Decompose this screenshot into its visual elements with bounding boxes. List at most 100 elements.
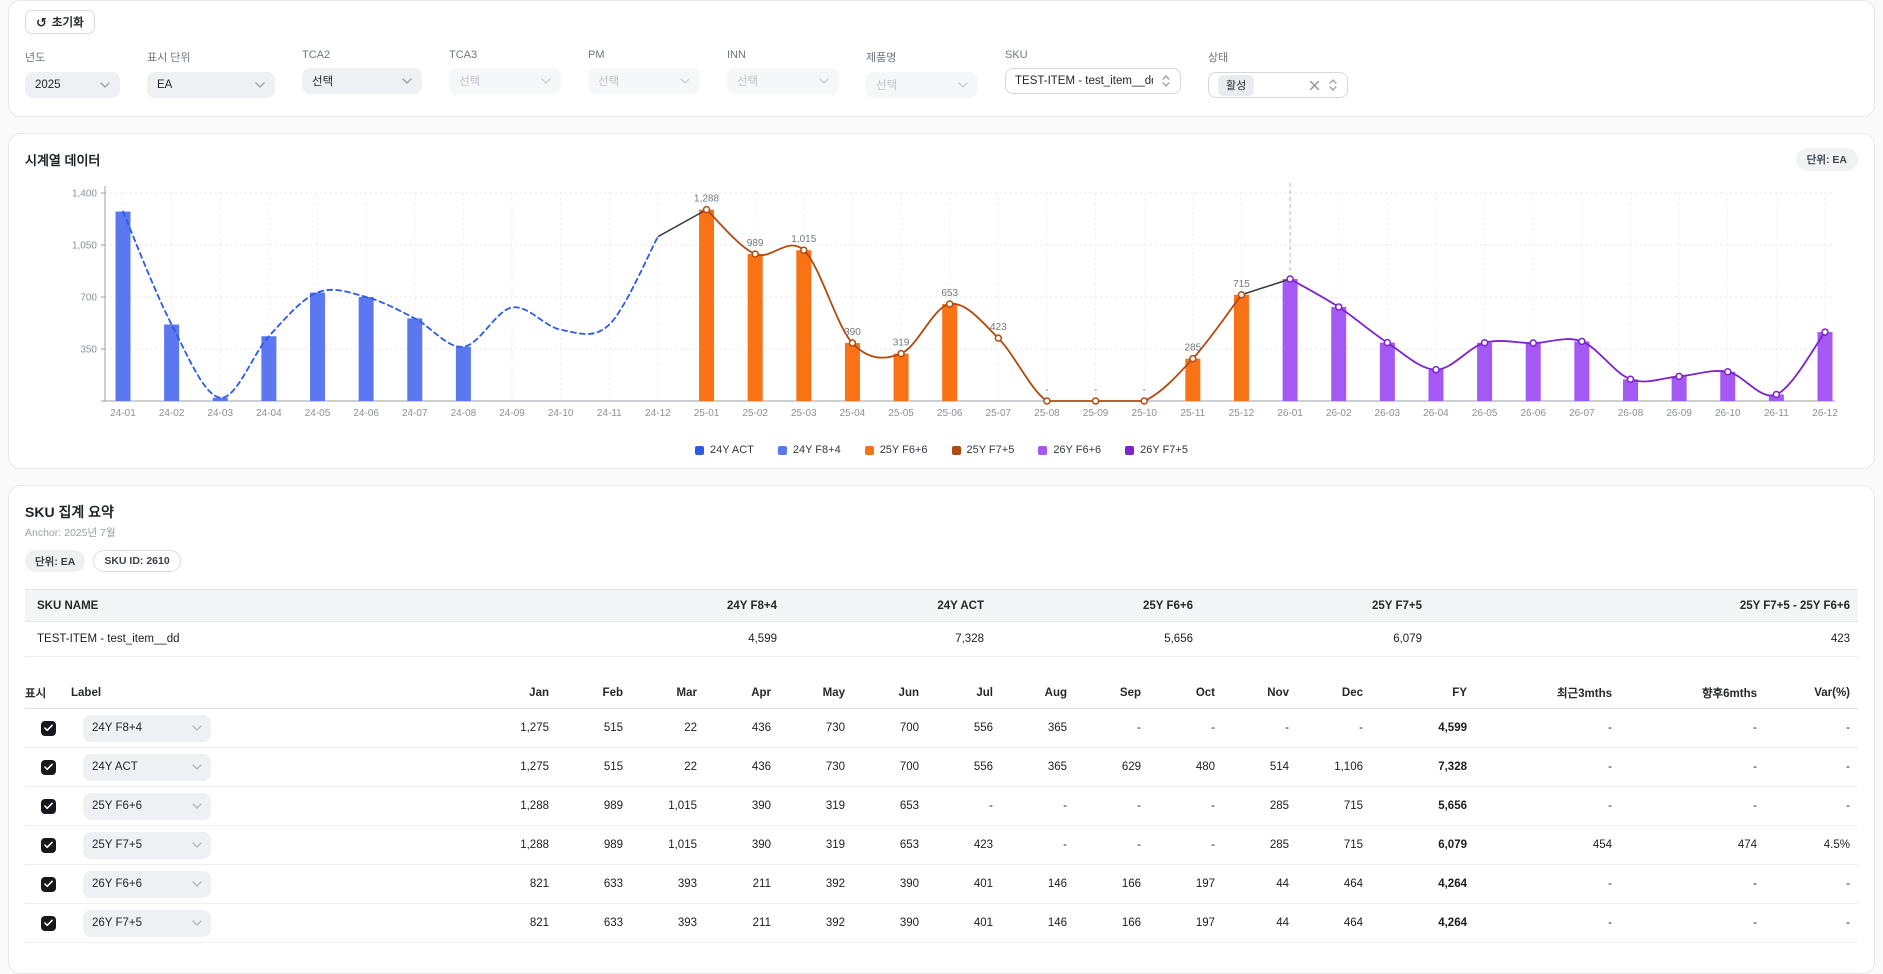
selected-value: EA	[157, 79, 172, 91]
month-value-cell: 821	[483, 917, 557, 929]
recent3mths-cell: -	[1475, 800, 1620, 812]
row-checkbox[interactable]	[41, 799, 56, 814]
month-value-cell: 197	[1149, 878, 1223, 890]
row-label-select[interactable]: 24Y F8+4	[83, 715, 211, 742]
month-value-cell: 393	[631, 878, 705, 890]
row-label-select[interactable]: 24Y ACT	[83, 754, 211, 781]
check-icon	[44, 919, 53, 927]
month-value-cell: 436	[705, 761, 779, 773]
row-label-select[interactable]: 25Y F7+5	[83, 832, 211, 859]
up-down-chevrons-icon	[1161, 74, 1171, 88]
row-checkbox[interactable]	[41, 916, 56, 931]
row-checkbox[interactable]	[41, 721, 56, 736]
detail-header-tail: FY	[1371, 687, 1475, 699]
month-value-cell: 393	[631, 917, 705, 929]
summary-badges: 단위: EA SKU ID: 2610	[25, 550, 1858, 572]
year-select[interactable]: 2025	[25, 72, 120, 98]
inn-select[interactable]: 선택	[727, 68, 839, 94]
recent3mths-cell: -	[1475, 722, 1620, 734]
month-value-cell: 390	[853, 878, 927, 890]
legend-item-26y-f7+5[interactable]: 26Y F7+5	[1125, 444, 1188, 456]
status-select[interactable]: 활성	[1208, 72, 1348, 98]
recent3mths-cell: -	[1475, 878, 1620, 890]
filter-field-tca2: TCA2선택	[302, 49, 422, 94]
svg-text:26-10: 26-10	[1715, 408, 1741, 419]
fy-cell: 5,656	[1371, 800, 1475, 812]
filter-field-status: 상태활성	[1208, 49, 1348, 98]
svg-text:24-01: 24-01	[110, 408, 136, 419]
sku-table-header: SKU NAME24Y F8+424Y ACT25Y F6+625Y F7+52…	[25, 589, 1858, 622]
month-value-cell: 392	[779, 917, 853, 929]
month-value-cell: 319	[779, 839, 853, 851]
sku-name-cell: TEST-ITEM - test_item__dd	[25, 633, 575, 645]
filter-field-year: 년도2025	[25, 49, 120, 98]
month-value-cell: 1,288	[483, 839, 557, 851]
show-cell	[25, 877, 71, 892]
filter-field-pm: PM선택	[588, 49, 700, 94]
svg-text:26-03: 26-03	[1375, 408, 1401, 419]
tca3-select[interactable]: 선택	[449, 68, 561, 94]
month-value-cell: 653	[853, 800, 927, 812]
fy-cell: 7,328	[1371, 761, 1475, 773]
detail-header-month: Mar	[631, 687, 705, 699]
month-value-cell: -	[1001, 839, 1075, 851]
detail-header-tail: 향후6mths	[1620, 685, 1765, 701]
svg-text:1,400: 1,400	[72, 189, 97, 200]
row-label-select[interactable]: 25Y F6+6	[83, 793, 211, 820]
month-value-cell: 401	[927, 917, 1001, 929]
legend-item-25y-f7+5[interactable]: 25Y F7+5	[952, 444, 1015, 456]
legend-item-24y-act[interactable]: 24Y ACT	[695, 444, 754, 456]
month-value-cell: 653	[853, 839, 927, 851]
month-value-cell: 715	[1297, 800, 1371, 812]
tca2-select[interactable]: 선택	[302, 68, 422, 94]
row-checkbox[interactable]	[41, 760, 56, 775]
filter-field-tca3: TCA3 선택	[449, 49, 561, 94]
month-value-cell: 166	[1075, 917, 1149, 929]
line-26y-f7+5	[1287, 276, 1828, 397]
var-cell: -	[1765, 917, 1858, 929]
sku-value-cell: 6,079	[1201, 633, 1430, 645]
row-label-select[interactable]: 26Y F7+5	[83, 910, 211, 937]
month-value-cell: 436	[705, 722, 779, 734]
summary-anchor-text: Anchor: 2025년 7월	[25, 525, 1858, 540]
month-value-cell: 633	[557, 917, 631, 929]
next6mths-cell: -	[1620, 878, 1765, 890]
clear-icon[interactable]	[1309, 80, 1320, 91]
label-cell: 24Y ACT	[71, 754, 321, 781]
detail-header-month: Sep	[1075, 687, 1149, 699]
label-cell: 25Y F7+5	[71, 832, 321, 859]
row-label: 26Y F7+5	[92, 917, 142, 929]
legend-label: 25Y F6+6	[880, 444, 928, 456]
svg-text:25-08: 25-08	[1034, 408, 1060, 419]
legend-item-25y-f6+6[interactable]: 25Y F6+6	[865, 444, 928, 456]
row-checkbox[interactable]	[41, 838, 56, 853]
svg-text:25-07: 25-07	[986, 408, 1012, 419]
sku-select[interactable]: TEST-ITEM - test_item__dd	[1005, 68, 1181, 94]
month-value-cell: 22	[631, 761, 705, 773]
up-down-chevrons-icon	[1328, 78, 1338, 92]
row-checkbox[interactable]	[41, 877, 56, 892]
filter-field-product-name: 제품명선택	[866, 49, 978, 98]
chevron-down-icon	[192, 842, 202, 848]
row-label: 24Y F8+4	[92, 722, 142, 734]
selected-value: TEST-ITEM - test_item__dd	[1015, 75, 1153, 87]
unit-select[interactable]: EA	[147, 72, 275, 98]
legend-item-24y-f8+4[interactable]: 24Y F8+4	[778, 444, 841, 456]
legend-item-26y-f6+6[interactable]: 26Y F6+6	[1038, 444, 1101, 456]
chevron-down-icon	[819, 78, 829, 84]
svg-text:25-02: 25-02	[742, 408, 768, 419]
svg-text:24-12: 24-12	[645, 408, 671, 419]
detail-header-month: Jan	[483, 687, 557, 699]
filter-card: ↺ 초기화 년도2025표시 단위EATCA2선택TCA3선택PM선택INN선택…	[8, 0, 1875, 117]
sku-value-cell: 5,656	[992, 633, 1201, 645]
selected-value: 선택	[737, 73, 758, 89]
filter-label-tca3: TCA3	[449, 49, 561, 61]
sku-table: SKU NAME24Y F8+424Y ACT25Y F6+625Y F7+52…	[25, 589, 1858, 657]
table-row: 25Y F6+61,2889891,015390319653----285715…	[25, 787, 1858, 826]
row-label-select[interactable]: 26Y F6+6	[83, 871, 211, 898]
sku-value-cell: 7,328	[785, 633, 992, 645]
month-value-cell: 715	[1297, 839, 1371, 851]
pm-select[interactable]: 선택	[588, 68, 700, 94]
product-name-select[interactable]: 선택	[866, 72, 978, 98]
reset-button[interactable]: ↺ 초기화	[25, 10, 95, 34]
